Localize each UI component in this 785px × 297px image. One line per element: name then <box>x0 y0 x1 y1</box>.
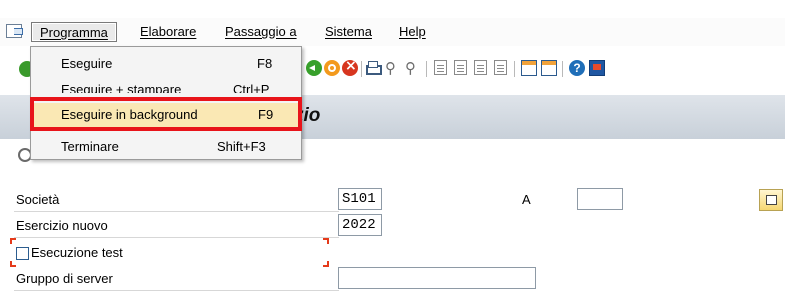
focus-corner <box>10 238 16 244</box>
menu-item-label: Eseguire <box>61 56 113 71</box>
menu-item-label: Terminare <box>61 139 119 154</box>
company-to-label: A <box>522 192 531 207</box>
company-to-field[interactable] <box>577 188 623 210</box>
first-page-icon[interactable] <box>434 60 447 75</box>
menu-programma[interactable]: Programma <box>31 22 117 42</box>
row-divider <box>14 237 339 238</box>
menu-item-shortcut: F8 <box>257 56 273 71</box>
menu-bar: Programma Elaborare Passaggio a Sistema … <box>0 18 785 46</box>
server-group-field[interactable] <box>338 267 536 289</box>
menu-item-shortcut: Shift+F3 <box>217 139 266 154</box>
menu-help[interactable]: Help <box>399 22 426 42</box>
new-session-icon[interactable] <box>521 60 537 76</box>
multiple-selection-button[interactable] <box>759 189 783 211</box>
menu-item-label: Eseguire + stampare <box>61 82 182 93</box>
menu-item-eseguire[interactable]: Eseguire F8 <box>31 53 301 75</box>
focus-corner <box>10 261 16 267</box>
menu-item-shortcut: F9 <box>258 107 274 122</box>
menu-elaborare[interactable]: Elaborare <box>140 22 196 42</box>
print-icon[interactable] <box>364 60 382 76</box>
toolbar-separator <box>426 61 427 77</box>
test-run-checkbox[interactable] <box>16 247 29 260</box>
toolbar-separator <box>562 61 563 77</box>
menu-item-shortcut: Ctrl+P <box>233 82 270 93</box>
last-page-icon[interactable] <box>494 60 507 75</box>
menu-sistema[interactable]: Sistema <box>325 22 372 42</box>
toolbar-separator <box>361 61 362 77</box>
row-divider <box>14 290 339 291</box>
menu-passaggio-a[interactable]: Passaggio a <box>225 22 297 42</box>
test-run-label: Esecuzione test <box>31 245 123 260</box>
menu-item-terminare[interactable]: Terminare Shift+F3 <box>31 136 301 158</box>
cancel-icon[interactable] <box>342 58 358 76</box>
menu-item-eseguire-in-background[interactable]: Eseguire in background F9 <box>31 103 301 127</box>
focus-corner <box>323 238 329 244</box>
programma-dropdown-menu: Eseguire F8 Eseguire + stampare Ctrl+P E… <box>30 46 302 160</box>
row-divider <box>14 211 339 212</box>
customize-layout-icon[interactable] <box>589 60 605 76</box>
find-next-icon[interactable]: ⚲ <box>405 60 421 76</box>
menu-screen-icon[interactable] <box>6 24 23 38</box>
company-label: Società <box>16 192 60 207</box>
company-from-field[interactable]: S101 <box>338 188 382 210</box>
help-icon[interactable]: ? <box>569 60 585 76</box>
previous-page-icon[interactable] <box>454 60 467 75</box>
server-group-label: Gruppo di server <box>16 271 113 286</box>
shortcut-icon[interactable] <box>541 60 557 76</box>
exit-icon[interactable] <box>324 60 340 76</box>
toolbar-separator <box>514 61 515 77</box>
next-page-icon[interactable] <box>474 60 487 75</box>
focus-corner <box>323 261 329 267</box>
fiscal-year-label: Esercizio nuovo <box>16 218 108 233</box>
find-icon[interactable]: ⚲ <box>385 60 401 76</box>
fiscal-year-field[interactable]: 2022 <box>338 214 382 236</box>
menu-item-eseguire-stampare[interactable]: Eseguire + stampare Ctrl+P <box>31 79 301 93</box>
menu-item-label: Eseguire in background <box>61 107 198 122</box>
